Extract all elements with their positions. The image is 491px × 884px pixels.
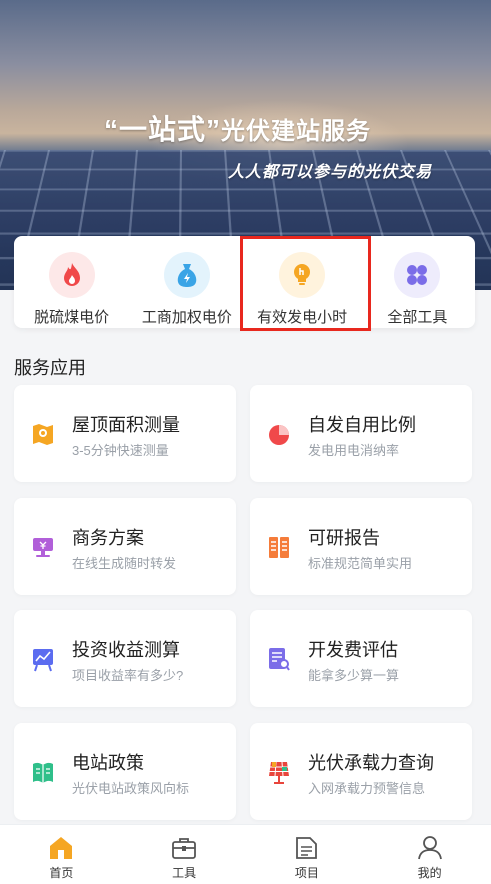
home-icon: [50, 837, 73, 859]
service-title: 自发自用比例: [308, 415, 416, 435]
grid-icon: [394, 252, 441, 298]
pie-icon: [269, 425, 289, 445]
report-icon: [269, 537, 289, 558]
bottom-tab-bar: 首页 工具 项目 我的: [0, 824, 491, 884]
tab-label: 工具: [172, 866, 197, 880]
monitor-icon: [33, 538, 53, 557]
service-card-roof-area[interactable]: 屋顶面积测量 3-5分钟快速测量: [14, 385, 236, 482]
service-title: 开发费评估: [308, 640, 398, 660]
service-title: 电站政策: [72, 753, 144, 773]
service-title: 屋顶面积测量: [72, 415, 180, 435]
banner-title: “一站式”光伏建站服务: [104, 114, 372, 145]
toolbox-icon: [172, 838, 197, 859]
service-subtitle: 入网承载力预警信息: [308, 781, 426, 796]
book-icon: [33, 762, 53, 783]
tab-label: 首页: [49, 866, 74, 880]
service-subtitle: 在线生成随时转发: [72, 556, 177, 571]
tool-all-tools[interactable]: 全部工具: [360, 236, 475, 328]
chart-board-icon: [33, 649, 53, 672]
document-search-icon: [269, 648, 290, 671]
service-card-development-fee[interactable]: 开发费评估 能拿多少算一算: [250, 610, 472, 707]
tool-effective-hours[interactable]: 有效发电小时: [245, 236, 360, 328]
tool-label: 工商加权电价: [141, 309, 232, 326]
service-title: 光伏承载力查询: [308, 753, 434, 773]
service-subtitle: 发电用电消纳率: [308, 443, 400, 458]
service-subtitle: 3-5分钟快速测量: [72, 443, 169, 458]
service-title: 可研报告: [308, 528, 380, 548]
tool-desulfurized-coal-price[interactable]: 脱硫煤电价: [14, 236, 129, 328]
service-subtitle: 能拿多少算一算: [308, 668, 400, 683]
tool-label: 有效发电小时: [257, 309, 348, 326]
user-icon: [417, 836, 442, 860]
tab-label: 我的: [417, 866, 442, 880]
tab-label: 项目: [294, 866, 319, 880]
folder-icon: [295, 837, 317, 859]
map-pin-icon: [33, 424, 53, 445]
tab-tools[interactable]: 工具: [123, 825, 246, 884]
service-card-feasibility-report[interactable]: 可研报告 标准规范简单实用: [250, 498, 472, 595]
tool-label: 全部工具: [387, 309, 448, 326]
service-subtitle: 标准规范简单实用: [308, 556, 413, 571]
solar-panel-icon: [269, 761, 289, 784]
tab-home[interactable]: 首页: [0, 825, 123, 884]
tab-projects[interactable]: 项目: [246, 825, 369, 884]
service-card-self-use-ratio[interactable]: 自发自用比例 发电用电消纳率: [250, 385, 472, 482]
flame-icon: [48, 252, 95, 298]
tool-label: 脱硫煤电价: [34, 309, 110, 326]
banner-subtitle: 人人都可以参与的光伏交易: [228, 164, 433, 181]
service-card-investment-return[interactable]: 投资收益测算 项目收益率有多少?: [14, 610, 236, 707]
bulb-icon: [279, 252, 326, 298]
service-subtitle: 光伏电站政策风向标: [72, 781, 190, 796]
tool-weighted-price[interactable]: 工商加权电价: [129, 236, 244, 328]
service-card-station-policy[interactable]: 电站政策 光伏电站政策风向标: [14, 723, 236, 820]
money-bag-icon: [163, 252, 210, 298]
service-card-pv-capacity[interactable]: 光伏承载力查询 入网承载力预警信息: [250, 723, 472, 820]
service-subtitle: 项目收益率有多少?: [72, 668, 184, 683]
services-title: 服务应用: [14, 358, 86, 378]
service-title: 投资收益测算: [72, 640, 180, 660]
service-card-business-plan[interactable]: 商务方案 在线生成随时转发: [14, 498, 236, 595]
quick-tools: 脱硫煤电价 工商加权电价 有效发电小时 全部工具: [14, 236, 475, 328]
service-title: 商务方案: [72, 528, 144, 548]
tab-mine[interactable]: 我的: [368, 825, 491, 884]
